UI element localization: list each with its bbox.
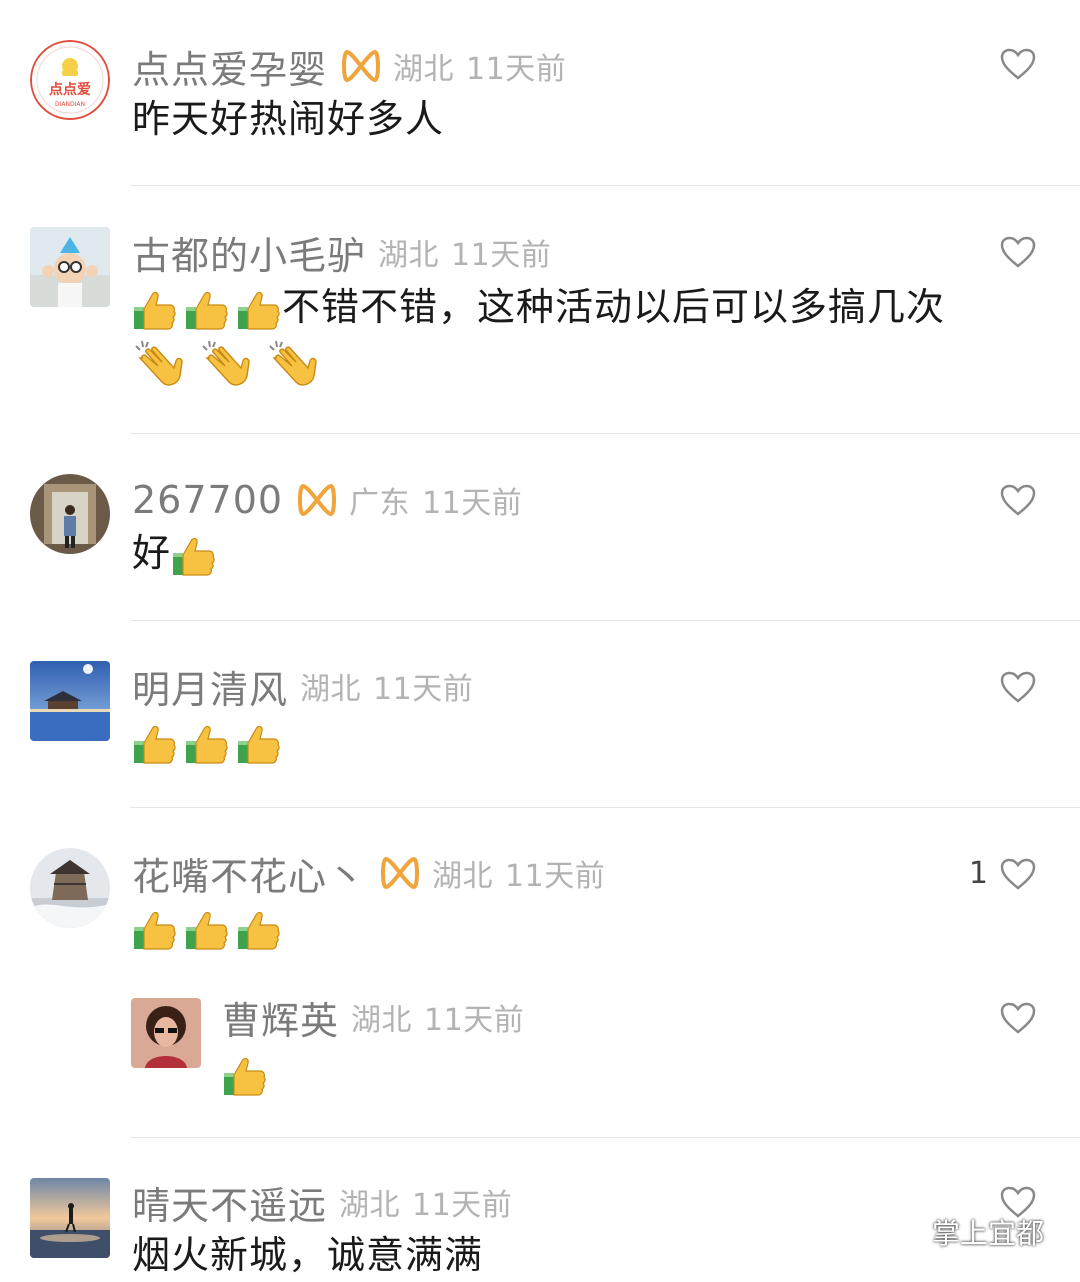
avatar[interactable] bbox=[30, 661, 110, 741]
comment-text: 昨天好热闹好多人 bbox=[132, 92, 444, 146]
avatar[interactable] bbox=[30, 474, 110, 554]
reply-time: 11天前 bbox=[424, 1003, 525, 1038]
avatar[interactable] bbox=[30, 848, 110, 928]
clapping-hands-emoji bbox=[199, 338, 253, 392]
avatar[interactable] bbox=[30, 1178, 110, 1258]
thumbs-up-emoji bbox=[236, 721, 282, 767]
comment-time: 11天前 bbox=[505, 859, 606, 894]
clapping-hands-emoji bbox=[132, 338, 186, 392]
thumbs-up-emoji bbox=[184, 287, 230, 333]
thumbs-up-emoji bbox=[132, 907, 178, 953]
infinity-badge-icon bbox=[341, 48, 381, 84]
infinity-badge-icon bbox=[380, 855, 420, 891]
comment-region: 湖北 bbox=[378, 238, 440, 273]
comment-region: 湖北 bbox=[393, 52, 455, 87]
comment-time: 11天前 bbox=[466, 52, 567, 87]
heart-outline-icon[interactable] bbox=[1000, 671, 1036, 703]
thumbs-group bbox=[222, 1053, 268, 1099]
divider bbox=[130, 1137, 1080, 1138]
comment-text bbox=[132, 900, 282, 954]
heart-outline-icon[interactable] bbox=[1000, 1002, 1036, 1034]
comment-text-body: 昨天好热闹好多人 bbox=[132, 97, 445, 141]
claps-group bbox=[132, 338, 320, 406]
like-count: 1 bbox=[968, 856, 988, 891]
comment-author[interactable]: 明月清风 bbox=[132, 659, 288, 714]
comment-region: 湖北 bbox=[300, 672, 362, 707]
comment-region: 湖北 bbox=[432, 859, 494, 894]
comment-author[interactable]: 点点爱孕婴 bbox=[132, 39, 327, 94]
comment-text: 不错不错，这种活动以后可以多搞几次 bbox=[132, 280, 945, 334]
heart-outline-icon[interactable] bbox=[1000, 858, 1036, 890]
thumbs-up-emoji bbox=[132, 287, 178, 333]
svg-text:点点爱: 点点爱 bbox=[49, 81, 91, 98]
thumbs-up-emoji bbox=[184, 907, 230, 953]
comment-text-body: 不错不错，这种活动以后可以多搞几次 bbox=[282, 285, 946, 329]
thumbs-up-emoji bbox=[236, 907, 282, 953]
thumbs-group bbox=[132, 907, 282, 953]
comment-time: 11天前 bbox=[451, 238, 552, 273]
watermark-text: 掌上宜都 bbox=[931, 1217, 1044, 1250]
svg-text:DIANDIAN: DIANDIAN bbox=[55, 101, 85, 108]
comment-author[interactable]: 晴天不遥远 bbox=[132, 1175, 327, 1230]
comment-text-body: 烟火新城，诚意满满 bbox=[132, 1233, 484, 1277]
comment-time: 11天前 bbox=[373, 672, 474, 707]
thumbs-group bbox=[171, 533, 217, 579]
heart-outline-icon[interactable] bbox=[1000, 236, 1036, 268]
heart-outline-icon[interactable] bbox=[1000, 48, 1036, 80]
heart-outline-icon[interactable] bbox=[1000, 484, 1036, 516]
comment-text bbox=[132, 714, 282, 768]
thumbs-up-emoji bbox=[184, 721, 230, 767]
comment-text: 烟火新城，诚意满满 bbox=[132, 1228, 483, 1282]
clapping-hands-emoji bbox=[266, 338, 320, 392]
thumbs-up-emoji bbox=[222, 1053, 268, 1099]
comment-time: 11天前 bbox=[412, 1188, 513, 1223]
comment-text-body: 好 bbox=[132, 531, 172, 575]
thumbs-up-emoji bbox=[132, 721, 178, 767]
comment-region: 广东 bbox=[349, 486, 411, 521]
avatar[interactable]: 点点爱 DIANDIAN bbox=[30, 40, 110, 120]
divider bbox=[130, 433, 1080, 434]
wechat-icon bbox=[880, 1215, 922, 1247]
reply-author[interactable]: 曹辉英 bbox=[222, 990, 339, 1045]
thumbs-up-emoji bbox=[171, 533, 217, 579]
avatar[interactable] bbox=[30, 227, 110, 307]
reply-region: 湖北 bbox=[351, 1003, 413, 1038]
infinity-badge-icon bbox=[297, 482, 337, 518]
avatar[interactable] bbox=[131, 998, 201, 1068]
comment-author[interactable]: 花嘴不花心丶 bbox=[132, 846, 366, 901]
watermark: 掌上宜都 bbox=[880, 1212, 1044, 1252]
thumbs-group bbox=[132, 721, 282, 767]
thumbs-up-emoji bbox=[236, 287, 282, 333]
comment-text: 好 bbox=[132, 526, 217, 580]
divider bbox=[130, 807, 1080, 808]
comment-author[interactable]: 267700 bbox=[132, 478, 283, 522]
comment-region: 湖北 bbox=[339, 1188, 401, 1223]
divider bbox=[130, 185, 1080, 186]
divider bbox=[130, 620, 1080, 621]
thumbs-group bbox=[132, 287, 282, 333]
reply-text bbox=[222, 1046, 268, 1100]
comment-author[interactable]: 古都的小毛驴 bbox=[132, 225, 366, 280]
comment-time: 11天前 bbox=[422, 486, 523, 521]
